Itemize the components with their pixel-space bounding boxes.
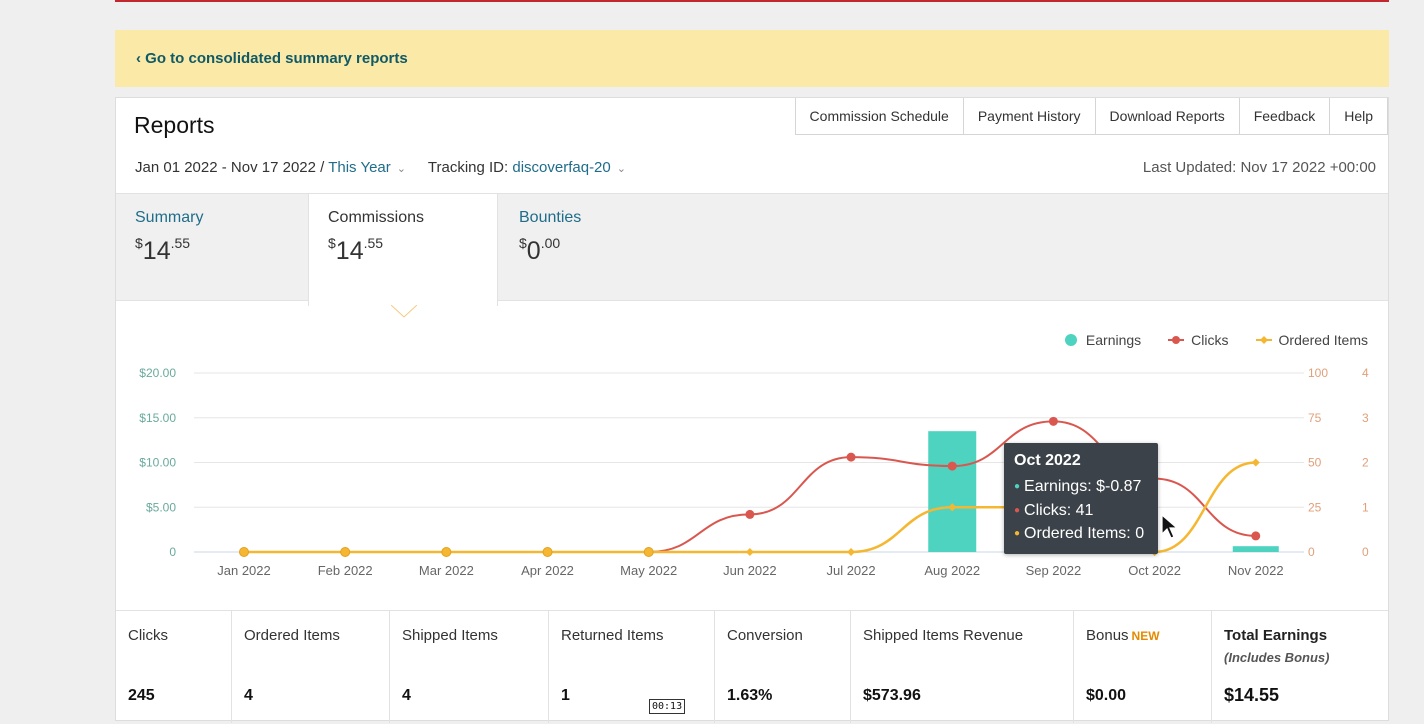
clicks-point <box>745 509 755 519</box>
new-badge: NEW <box>1131 629 1160 643</box>
download-reports-button[interactable]: Download Reports <box>1094 98 1240 135</box>
reports-panel: Reports Commission Schedule Payment Hist… <box>115 97 1389 723</box>
stat-bonus: Bonus NEW $0.00 <box>1074 611 1212 723</box>
y-right-items-tick-label: 0 <box>1362 545 1369 559</box>
tab-commissions-amount: $14.55 <box>328 235 384 265</box>
ordered-items-point <box>745 548 754 556</box>
stat-shipped-items: Shipped Items 4 <box>390 611 549 723</box>
commission-schedule-button[interactable]: Commission Schedule <box>794 98 964 135</box>
report-filters: Jan 01 2022 - Nov 17 2022 / This Year ⌄ T… <box>135 159 644 176</box>
chevron-down-icon[interactable]: ⌄ <box>397 163 406 175</box>
y-right-items-tick-label: 4 <box>1362 366 1369 380</box>
chart-tooltip: Oct 2022 ● Earnings: $-0.87 ● Clicks: 41 ●… <box>1004 443 1158 554</box>
ordered-items-point <box>340 547 351 557</box>
stat-conversion: Conversion 1.63% <box>715 611 851 723</box>
chart-legend: Earnings Clicks Ordered Items <box>1038 332 1368 348</box>
earnings-tabs: Summary $14.55 Commissions $14.55 Bounti… <box>116 193 1388 306</box>
legend-clicks[interactable]: Clicks <box>1167 332 1229 348</box>
y-right-clicks-tick-label: 25 <box>1308 500 1322 514</box>
earnings-legend-icon <box>1064 334 1077 346</box>
clicks-point <box>1251 531 1261 541</box>
y-right-items-tick-label: 1 <box>1362 500 1369 514</box>
feedback-button[interactable]: Feedback <box>1238 98 1331 135</box>
tab-bounties[interactable]: Bounties $0.00 <box>500 194 690 302</box>
legend-ordered-items[interactable]: Ordered Items <box>1255 332 1368 348</box>
page-title: Reports <box>134 112 215 138</box>
y-left-tick-label: $10.00 <box>139 456 176 470</box>
stat-returned-items: Returned Items 1 <box>549 611 715 723</box>
tracking-id-dropdown[interactable]: discoverfaq-20 <box>512 159 610 176</box>
tab-bounties-amount: $0.00 <box>519 235 561 265</box>
tab-summary-label: Summary <box>135 209 204 226</box>
tab-bounties-label: Bounties <box>519 209 582 226</box>
x-tick-label: Apr 2022 <box>521 563 574 578</box>
mouse-cursor-icon <box>1161 514 1179 539</box>
date-range-text: Jan 01 2022 - Nov 17 2022 / <box>135 159 325 176</box>
tracking-id-label: Tracking ID: <box>427 159 509 176</box>
y-left-tick-label: $5.00 <box>146 500 176 514</box>
clicks-point <box>947 461 957 471</box>
x-tick-label: Jul 2022 <box>826 563 875 578</box>
y-left-tick-label: $15.00 <box>139 411 176 425</box>
active-tab-pointer-icon <box>391 305 417 318</box>
stat-total-earnings: Total Earnings (Includes Bonus) $14.55 <box>1224 627 1330 705</box>
reports-top-nav: Commission Schedule Payment History Down… <box>794 98 1388 135</box>
tooltip-ordered-items: ● Ordered Items: 0 <box>1014 525 1145 542</box>
y-right-clicks-tick-label: 100 <box>1308 366 1328 380</box>
period-dropdown[interactable]: This Year <box>328 159 391 176</box>
ordered-items-point <box>643 547 654 557</box>
ordered-items-point <box>239 547 249 557</box>
last-updated-text: Last Updated: Nov 17 2022 +00:00 <box>1142 159 1376 176</box>
ordered-items-legend-icon <box>1255 336 1272 344</box>
tab-summary-amount: $14.55 <box>135 235 191 265</box>
x-tick-label: Mar 2022 <box>419 563 474 578</box>
y-right-clicks-tick-label: 0 <box>1308 545 1315 559</box>
ordered-items-point <box>441 547 452 557</box>
legend-earnings[interactable]: Earnings <box>1064 332 1141 348</box>
x-tick-label: May 2022 <box>620 563 677 578</box>
tooltip-title: Oct 2022 <box>1014 452 1081 469</box>
y-left-tick-label: $20.00 <box>139 366 176 380</box>
earnings-bar <box>928 431 977 552</box>
stats-row: Clicks 245 Ordered Items 4 Shipped Items… <box>116 610 1388 723</box>
x-tick-label: Sep 2022 <box>1026 563 1082 578</box>
stat-ordered-items: Ordered Items 4 <box>232 611 390 723</box>
help-button[interactable]: Help <box>1329 98 1388 135</box>
y-right-clicks-tick-label: 50 <box>1308 456 1322 470</box>
ordered-items-point <box>542 547 553 557</box>
consolidated-summary-link[interactable]: ‹ Go to consolidated summary reports <box>136 50 408 67</box>
chevron-down-icon[interactable]: ⌄ <box>617 163 626 175</box>
tab-summary[interactable]: Summary $14.55 <box>116 194 306 302</box>
ordered-items-point <box>1251 458 1260 467</box>
stat-clicks: Clicks 245 <box>116 611 232 723</box>
tooltip-earnings: ● Earnings: $-0.87 <box>1014 478 1142 495</box>
clicks-point <box>846 452 856 462</box>
tab-commissions-label: Commissions <box>328 209 425 226</box>
y-right-items-tick-label: 2 <box>1362 456 1369 470</box>
tooltip-clicks: ● Clicks: 41 <box>1014 501 1094 519</box>
x-tick-label: Aug 2022 <box>924 563 980 578</box>
x-tick-label: Oct 2022 <box>1128 563 1181 578</box>
consolidated-summary-banner: ‹ Go to consolidated summary reports <box>115 30 1389 87</box>
y-left-tick-label: 0 <box>169 545 176 559</box>
video-timestamp: 00:13 <box>649 699 686 714</box>
earnings-bar <box>1232 546 1279 552</box>
clicks-legend-icon <box>1168 336 1185 344</box>
y-right-clicks-tick-label: 75 <box>1308 411 1322 425</box>
stat-shipped-items-revenue: Shipped Items Revenue $573.96 <box>851 611 1074 723</box>
clicks-point <box>1048 416 1058 426</box>
x-tick-label: Jun 2022 <box>723 563 777 578</box>
x-tick-label: Nov 2022 <box>1228 563 1284 578</box>
earnings-chart[interactable]: $20.00 100 4$15.00 75 3$10.00 50 2$5.00 25 10 0 0J… <box>116 358 1388 598</box>
tab-commissions[interactable]: Commissions $14.55 <box>308 194 498 306</box>
y-right-items-tick-label: 3 <box>1362 411 1369 425</box>
x-tick-label: Jan 2022 <box>217 563 271 578</box>
payment-history-button[interactable]: Payment History <box>962 98 1096 135</box>
ordered-items-point <box>847 548 856 556</box>
top-accent-line <box>115 0 1389 2</box>
x-tick-label: Feb 2022 <box>318 563 373 578</box>
